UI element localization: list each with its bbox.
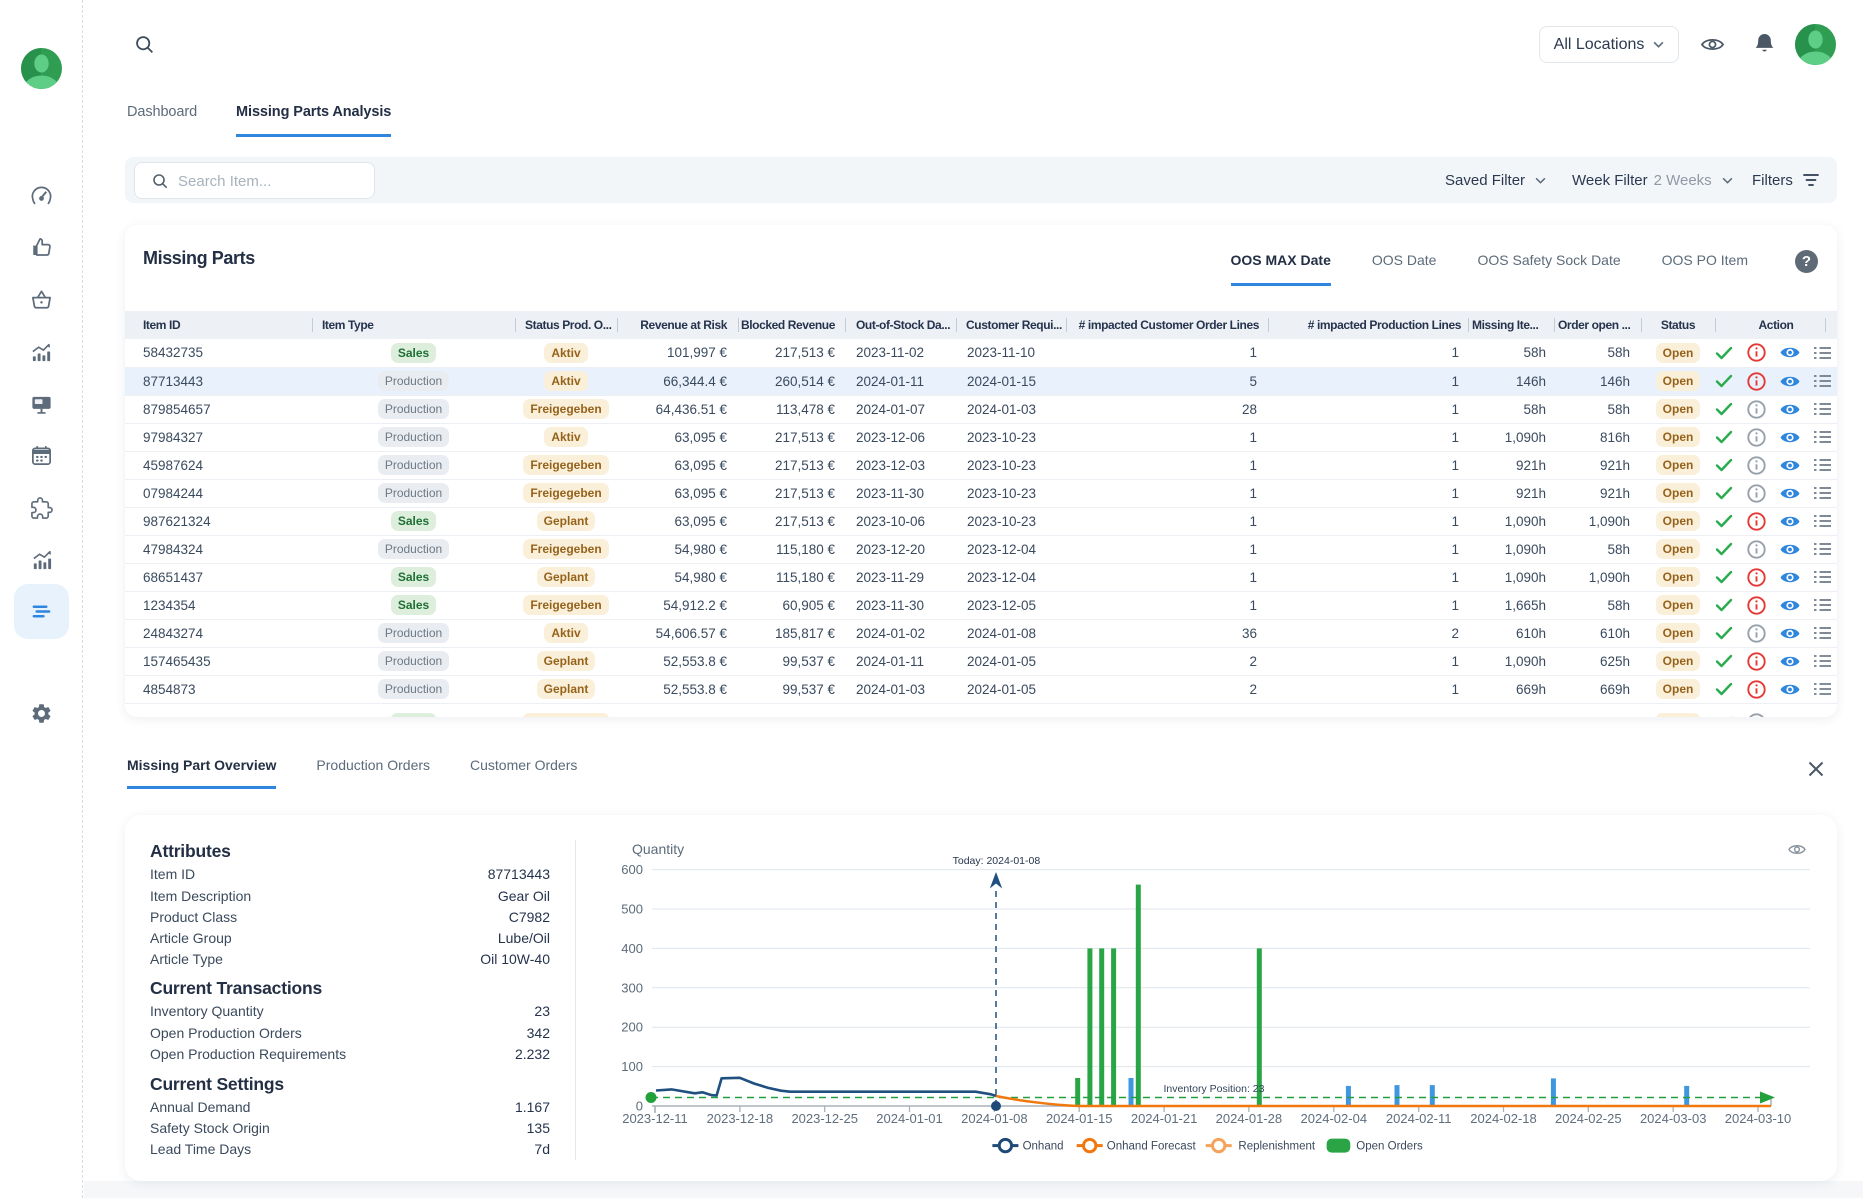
svg-text:2024-01-08: 2024-01-08: [961, 1111, 1028, 1126]
svg-text:2024-01-01: 2024-01-01: [876, 1111, 943, 1126]
svg-text:300: 300: [621, 980, 643, 995]
svg-text:Inventory Position: 23: Inventory Position: 23: [1164, 1083, 1265, 1095]
svg-text:Today: 2024-01-08: Today: 2024-01-08: [953, 855, 1041, 867]
svg-text:2024-02-18: 2024-02-18: [1470, 1111, 1537, 1126]
svg-text:2024-01-15: 2024-01-15: [1046, 1111, 1113, 1126]
svg-text:Onhand: Onhand: [1023, 1141, 1064, 1153]
svg-text:100: 100: [621, 1059, 643, 1074]
svg-text:2024-01-28: 2024-01-28: [1216, 1111, 1283, 1126]
svg-text:2024-03-10: 2024-03-10: [1725, 1111, 1792, 1126]
svg-text:2024-02-25: 2024-02-25: [1555, 1111, 1622, 1126]
svg-text:2023-12-25: 2023-12-25: [791, 1111, 858, 1126]
svg-text:Open Orders: Open Orders: [1356, 1141, 1423, 1153]
svg-text:2024-02-04: 2024-02-04: [1301, 1111, 1368, 1126]
svg-text:500: 500: [621, 902, 643, 917]
svg-text:2023-12-11: 2023-12-11: [622, 1111, 688, 1126]
svg-text:2024-03-03: 2024-03-03: [1640, 1111, 1707, 1126]
svg-text:400: 400: [621, 941, 643, 956]
svg-text:2024-02-11: 2024-02-11: [1386, 1111, 1452, 1126]
svg-text:2024-01-21: 2024-01-21: [1131, 1111, 1198, 1126]
svg-text:200: 200: [621, 1020, 643, 1035]
svg-text:2023-12-18: 2023-12-18: [707, 1111, 774, 1126]
svg-text:Onhand Forecast: Onhand Forecast: [1107, 1141, 1197, 1153]
svg-text:600: 600: [621, 862, 643, 877]
svg-text:Replenishment: Replenishment: [1238, 1141, 1316, 1153]
svg-text:Quantity: Quantity: [632, 841, 684, 857]
